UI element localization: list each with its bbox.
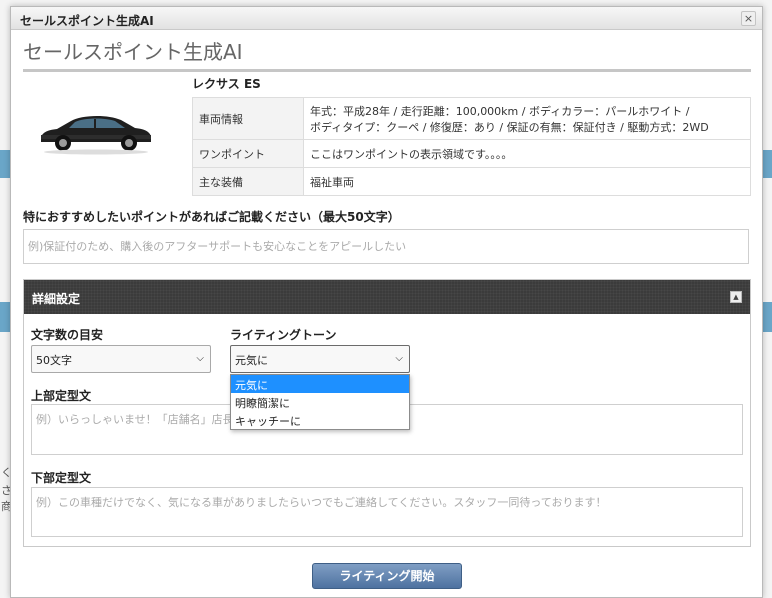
close-icon[interactable]: × — [741, 11, 756, 26]
vehicle-name: レクサス ES — [192, 77, 261, 91]
page-title: セールスポイント生成AI — [23, 36, 751, 72]
one-point-value: ここはワンポイントの表示領域です。。。。 — [303, 139, 751, 168]
tone-value: 元気に — [235, 354, 268, 367]
tone-option[interactable]: キャッチーに — [231, 411, 409, 429]
collapse-icon[interactable]: ▲ — [730, 291, 742, 303]
car-image — [41, 115, 151, 155]
sales-point-dialog: セールスポイント生成AI × セールスポイント生成AI レクサス ES 車両情報… — [10, 6, 763, 598]
tone-dropdown-list: 元気に 明瞭簡潔に キャッチーに — [230, 374, 410, 430]
table-row: 車両情報 年式：平成28年 / 走行距離：100,000km / ボディカラー：… — [192, 97, 751, 140]
detail-settings-header[interactable]: 詳細設定 ▲ — [24, 280, 750, 314]
table-row: 主な装備 福祉車両 — [192, 167, 751, 196]
recommend-point-input[interactable] — [23, 229, 749, 264]
tone-select[interactable]: 元気に ⌵ — [230, 345, 410, 373]
chevron-down-icon: ⌵ — [196, 353, 204, 364]
equipment-value: 福祉車両 — [303, 167, 751, 196]
chevron-down-icon: ⌵ — [395, 353, 403, 364]
table-row: ワンポイント ここはワンポイントの表示領域です。。。。 — [192, 139, 751, 168]
vehicle-info-line: 年式：平成28年 / 走行距離：100,000km / ボディカラー：パールホワ… — [310, 104, 690, 118]
equipment-label: 主な装備 — [192, 167, 304, 196]
char-count-select[interactable]: 50文字 ⌵ — [31, 345, 211, 373]
vehicle-info-table: 車両情報 年式：平成28年 / 走行距離：100,000km / ボディカラー：… — [192, 97, 751, 196]
one-point-label: ワンポイント — [192, 139, 304, 168]
dialog-title: セールスポイント生成AI — [20, 14, 154, 28]
tone-option[interactable]: 明瞭簡潔に — [231, 393, 409, 411]
tone-option[interactable]: 元気に — [231, 375, 409, 393]
vehicle-info-value: 年式：平成28年 / 走行距離：100,000km / ボディカラー：パールホワ… — [303, 97, 751, 140]
recommend-point-label: 特におすすめしたいポイントがあればご記載ください（最大50文字） — [23, 210, 400, 224]
footer-text-input[interactable] — [31, 487, 743, 537]
footer-text-label: 下部定型文 — [31, 471, 92, 485]
start-writing-button[interactable]: ライティング開始 — [312, 563, 462, 589]
header-text-label: 上部定型文 — [31, 389, 92, 403]
dialog-titlebar[interactable]: セールスポイント生成AI × — [11, 7, 762, 30]
detail-settings-title: 詳細設定 — [32, 292, 81, 306]
vehicle-info-line: ボディタイプ：クーペ / 修復歴：あり / 保証の有無：保証付き / 駆動方式：… — [310, 120, 709, 134]
char-count-value: 50文字 — [36, 354, 72, 367]
vehicle-info-label: 車両情報 — [192, 97, 304, 140]
char-count-label: 文字数の目安 — [31, 328, 104, 342]
tone-label: ライティングトーン — [230, 328, 337, 342]
